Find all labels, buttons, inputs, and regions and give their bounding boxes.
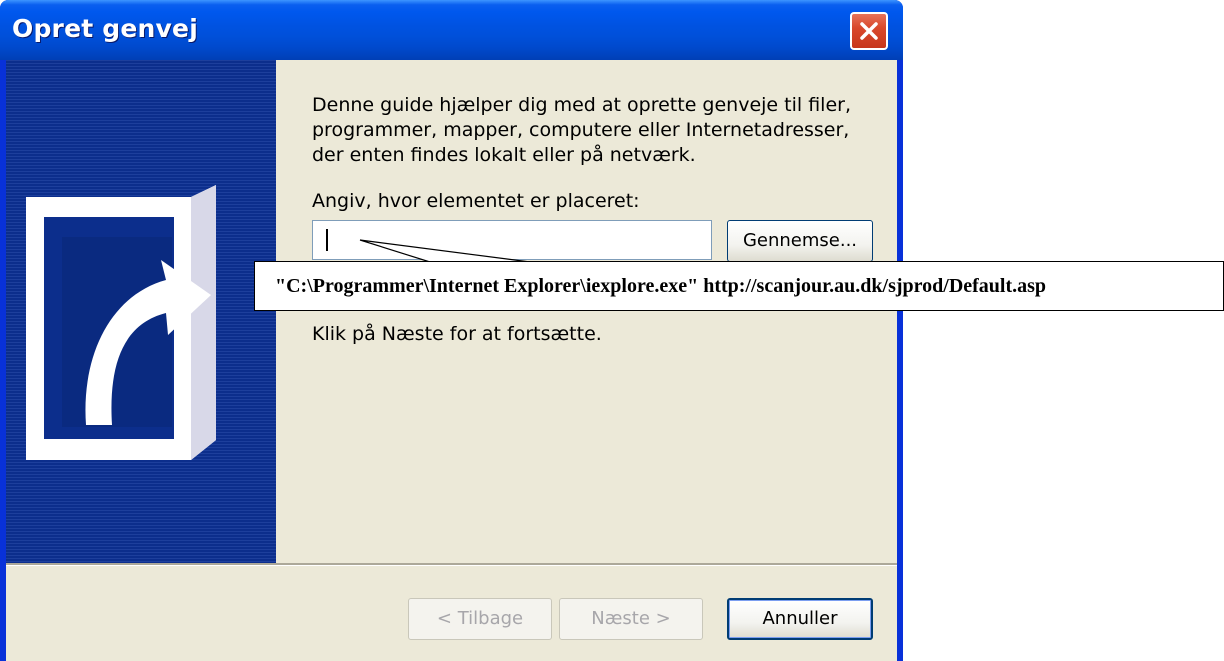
intro-line: der enten findes lokalt eller på netværk…	[312, 144, 696, 166]
close-button[interactable]	[850, 12, 888, 50]
location-input[interactable]	[312, 220, 712, 260]
title-bar[interactable]: Opret genvej	[0, 0, 903, 60]
back-button[interactable]: < Tilbage	[408, 598, 552, 640]
page: Opret genvej Denne guide hjælper dig med…	[0, 0, 1224, 661]
annotation-callout: "C:\Programmer\Internet Explorer\iexplor…	[254, 261, 1224, 311]
intro-line: programmer, mapper, computere eller Inte…	[312, 119, 850, 141]
browse-button[interactable]: Gennemse...	[727, 220, 873, 262]
footer-divider	[6, 563, 897, 566]
shortcut-arrow-icon	[26, 185, 216, 460]
text-caret	[326, 229, 328, 251]
dialog-body: Denne guide hjælper dig med at oprette g…	[6, 60, 897, 661]
window-title: Opret genvej	[12, 14, 198, 43]
cancel-button[interactable]: Annuller	[727, 598, 873, 640]
dialog-window: Opret genvej Denne guide hjælper dig med…	[0, 0, 903, 661]
intro-description: Denne guide hjælper dig med at oprette g…	[312, 93, 872, 168]
close-icon	[860, 22, 878, 40]
location-label: Angiv, hvor elementet er placeret:	[312, 190, 640, 212]
intro-line: Denne guide hjælper dig med at oprette g…	[312, 94, 851, 116]
next-hint: Klik på Næste for at fortsætte.	[312, 323, 602, 345]
wizard-side-panel	[6, 60, 276, 563]
next-button[interactable]: Næste >	[559, 598, 703, 640]
